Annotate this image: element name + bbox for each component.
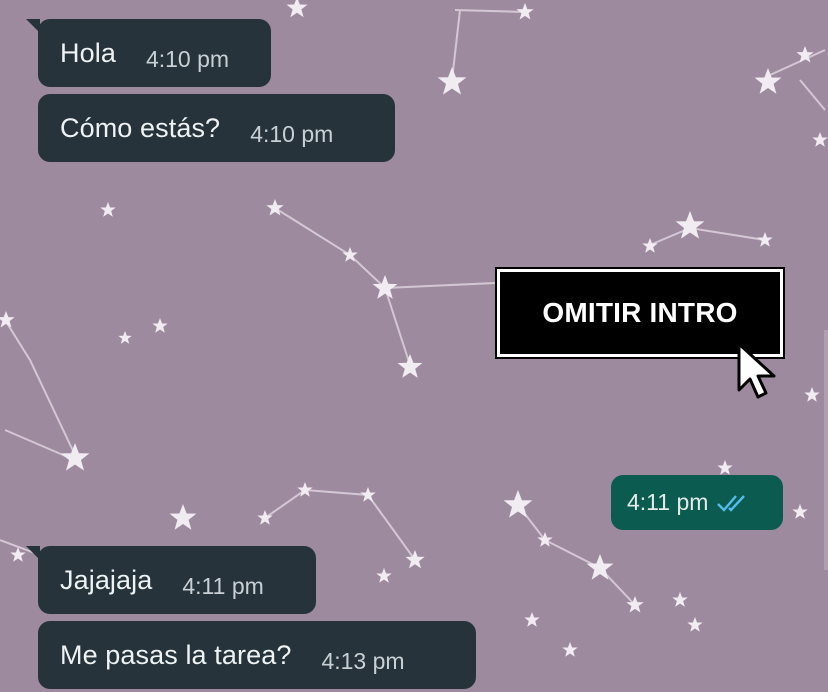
- message-time: 4:11 pm: [627, 489, 709, 515]
- message-time: 4:13 pm: [321, 647, 405, 674]
- outgoing-message[interactable]: 4:11 pm: [611, 475, 783, 530]
- arrow-cursor-icon: [737, 342, 776, 399]
- message-text: Cómo estás?: [60, 112, 221, 143]
- message-text: Hola: [60, 37, 116, 68]
- incoming-message[interactable]: Cómo estás? 4:10 pm: [38, 94, 395, 162]
- incoming-message[interactable]: Me pasas la tarea? 4:13 pm: [38, 621, 476, 689]
- incoming-message[interactable]: Hola 4:10 pm: [38, 19, 271, 87]
- double-check-icon: [716, 493, 750, 513]
- message-time: 4:10 pm: [145, 45, 230, 72]
- message-time: 4:10 pm: [250, 120, 334, 147]
- scrollbar[interactable]: [824, 330, 828, 570]
- chat-area[interactable]: Hola 4:10 pm Cómo estás? 4:10 pm 4:11 pm…: [0, 0, 828, 692]
- message-text: Jajajaja: [60, 564, 153, 595]
- incoming-message[interactable]: Jajajaja 4:11 pm: [38, 546, 316, 614]
- message-time: 4:11 pm: [182, 572, 264, 599]
- message-text: Me pasas la tarea?: [60, 639, 292, 670]
